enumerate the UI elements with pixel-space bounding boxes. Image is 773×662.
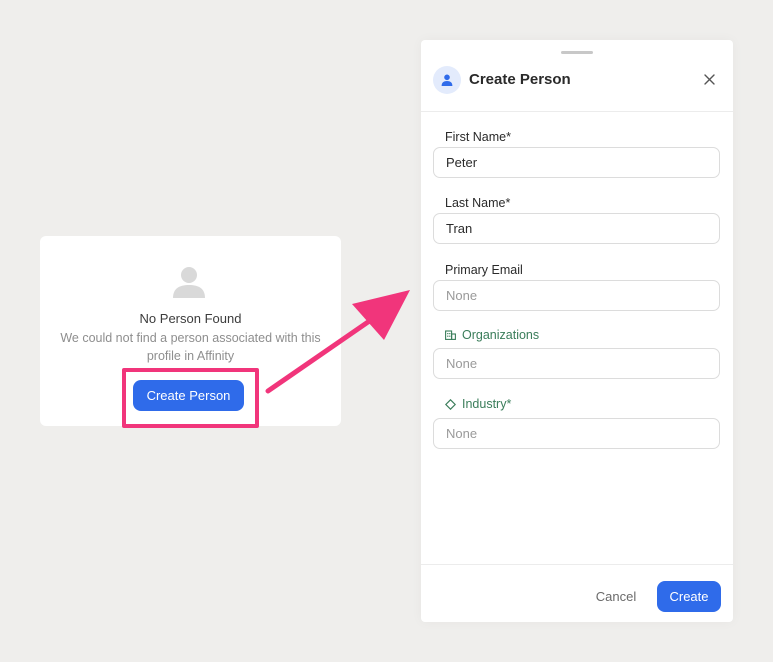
last-name-label: Last Name* — [445, 196, 511, 210]
building-icon — [445, 330, 456, 340]
last-name-input[interactable]: Tran — [433, 213, 720, 244]
empty-state-description: We could not find a person associated wi… — [60, 331, 321, 363]
industry-select[interactable]: None — [433, 418, 720, 449]
diamond-icon — [445, 398, 456, 410]
primary-email-input[interactable]: None — [433, 280, 720, 311]
first-name-label: First Name* — [445, 130, 511, 144]
organizations-label: Organizations — [445, 328, 539, 342]
drag-handle[interactable] — [561, 51, 593, 54]
close-button[interactable] — [700, 70, 718, 88]
panel-title: Create Person — [469, 71, 571, 88]
industry-label-text: Industry* — [462, 397, 512, 411]
first-name-input[interactable]: Peter — [433, 147, 720, 178]
panel-person-avatar — [433, 66, 461, 94]
header-divider — [421, 111, 733, 112]
stage: No Person Found We could not find a pers… — [0, 0, 773, 662]
organizations-label-text: Organizations — [462, 328, 540, 342]
create-button[interactable]: Create — [657, 581, 721, 612]
footer-divider — [421, 564, 733, 565]
industry-label: Industry* — [445, 397, 511, 411]
organizations-input[interactable]: None — [433, 348, 720, 379]
person-icon — [441, 74, 453, 86]
cancel-button[interactable]: Cancel — [590, 585, 642, 607]
primary-email-label: Primary Email — [445, 263, 523, 277]
empty-state-title: No Person Found — [139, 311, 242, 326]
close-icon — [703, 73, 715, 85]
person-icon — [173, 267, 205, 298]
create-person-button[interactable]: Create Person — [133, 380, 244, 411]
